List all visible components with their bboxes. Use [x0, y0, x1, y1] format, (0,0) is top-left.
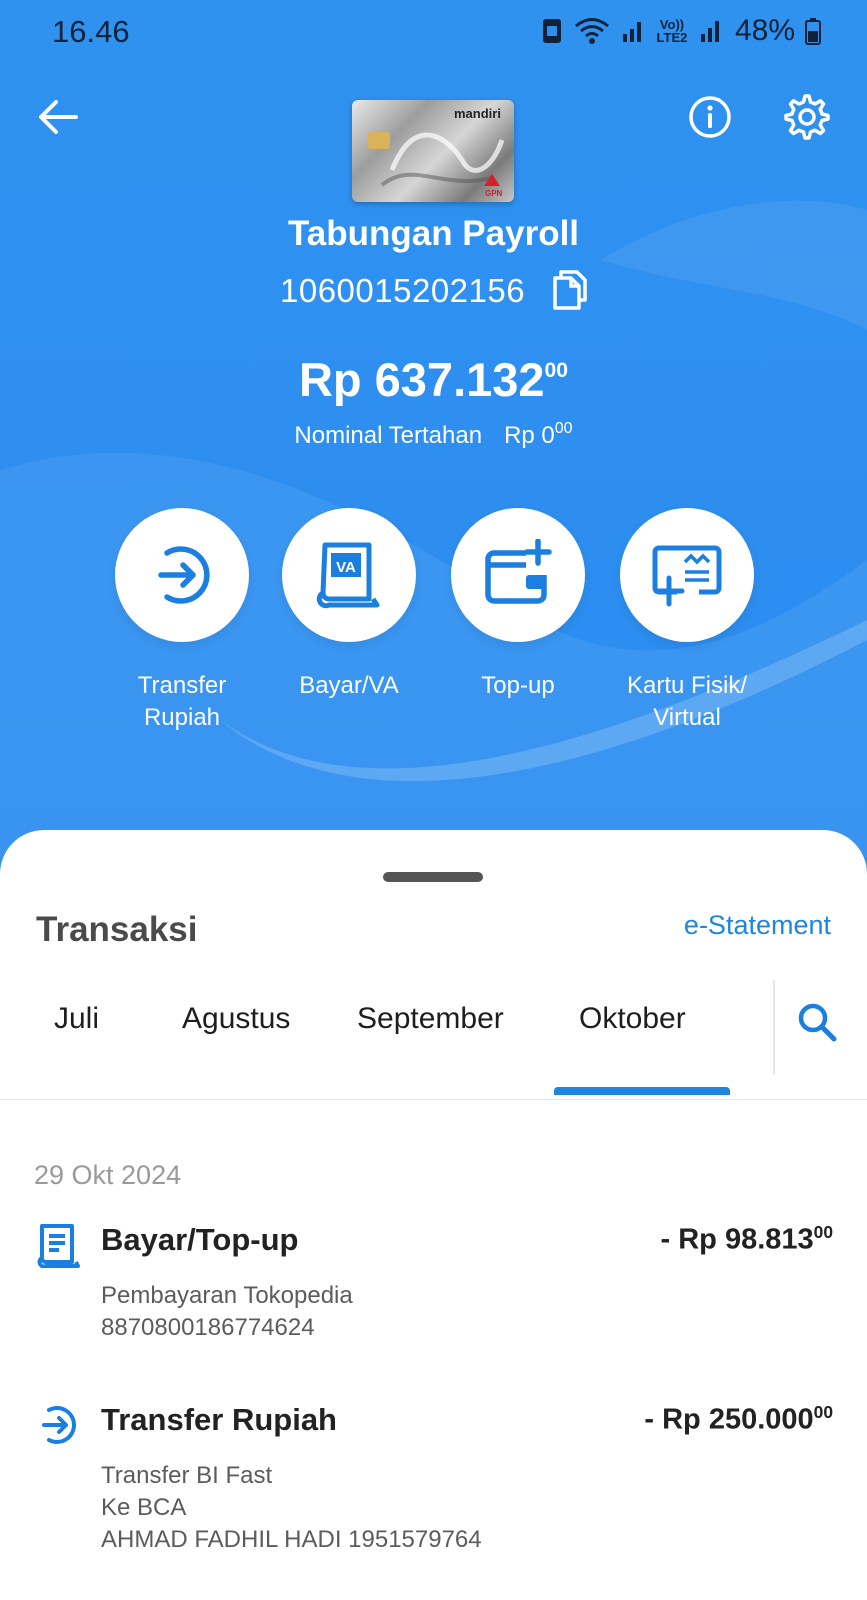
battery-icon — [805, 18, 821, 45]
bayar-circle: VA — [282, 508, 416, 642]
kartu-fisik-virtual-button[interactable]: Kartu Fisik/ Virtual — [617, 508, 757, 734]
signal-icon — [622, 22, 641, 42]
quick-actions: Transfer Rupiah VA Bayar/VA Top-up Kartu… — [112, 508, 762, 738]
transaction-amount-decimals: 00 — [813, 1222, 833, 1242]
transfer-rupiah-button[interactable]: Transfer Rupiah — [112, 508, 252, 734]
tab-juli[interactable]: Juli — [54, 1002, 99, 1036]
svg-text:VA: VA — [336, 559, 356, 576]
transaction-amount-value: - Rp 250.000 — [644, 1403, 814, 1436]
kartu-label: Kartu Fisik/ Virtual — [626, 672, 748, 731]
account-number: 1060015202156 — [280, 272, 526, 309]
transaction-row[interactable]: Transfer Rupiah - Rp 250.00000 Transfer … — [0, 1402, 867, 1562]
transaction-row[interactable]: Bayar/Top-up - Rp 98.81300 Pembayaran To… — [0, 1222, 867, 1352]
card-brand-text: mandiri — [454, 106, 501, 121]
transaction-description: Pembayaran Tokopedia 8870800186774624 — [101, 1280, 353, 1344]
sheet-drag-handle[interactable] — [383, 872, 483, 882]
transaction-title: Transfer Rupiah — [101, 1402, 337, 1437]
top-up-button[interactable]: Top-up — [448, 508, 588, 702]
transaction-desc-line: Pembayaran Tokopedia — [101, 1282, 353, 1309]
arrow-left-icon — [39, 100, 78, 134]
battery-percent: 48% — [734, 14, 795, 47]
status-bar: 16.46 Vo)) LTE2 48% — [0, 0, 867, 66]
transfer-icon — [158, 546, 210, 604]
month-tabs: Juli Agustus September Oktober — [0, 980, 867, 1100]
status-icons: Vo)) LTE2 48% — [541, 14, 821, 48]
tab-agustus[interactable]: Agustus — [182, 1002, 290, 1036]
transaction-desc-line: AHMAD FADHIL HADI 1951579764 — [101, 1526, 482, 1553]
copy-icon[interactable] — [547, 270, 587, 312]
transaction-amount-value: - Rp 98.813 — [660, 1223, 814, 1256]
wifi-icon — [575, 18, 609, 44]
gear-icon — [784, 94, 830, 140]
debit-card-image: mandiri GPN — [352, 100, 514, 202]
hold-label: Nominal Tertahan — [294, 422, 483, 449]
search-icon — [798, 1003, 837, 1042]
transaction-amount: - Rp 250.00000 — [644, 1402, 833, 1436]
transactions-sheet: Transaksi e-Statement Juli Agustus Septe… — [0, 830, 867, 1600]
active-tab-indicator — [554, 1087, 730, 1095]
bayar-label: Bayar/VA — [299, 672, 399, 699]
transaction-description: Transfer BI Fast Ke BCA AHMAD FADHIL HAD… — [101, 1460, 482, 1556]
network-label: Vo)) LTE2 — [656, 17, 688, 45]
tab-divider — [773, 980, 775, 1075]
transaction-desc-line: Ke BCA — [101, 1494, 187, 1521]
hold-value: Rp 0 — [504, 422, 555, 449]
hold-amount: Nominal Tertahan Rp 000 — [0, 420, 867, 450]
transaction-amount-decimals: 00 — [813, 1402, 833, 1422]
tab-september[interactable]: September — [357, 1002, 504, 1036]
card-plus-icon — [652, 545, 722, 607]
wallet-plus-icon — [485, 539, 552, 604]
transaction-date: 29 Okt 2024 — [34, 1160, 182, 1190]
bayar-va-button[interactable]: VA Bayar/VA — [279, 508, 419, 702]
info-button[interactable] — [680, 87, 740, 147]
account-number-row: 1060015202156 — [280, 270, 587, 312]
balance-decimals: 00 — [544, 358, 569, 382]
account-name: Tabungan Payroll — [287, 214, 580, 253]
tab-oktober[interactable]: Oktober — [579, 1002, 686, 1036]
topup-circle — [451, 508, 585, 642]
balance-amount: Rp 637.13200 — [0, 352, 867, 407]
sim-icon — [542, 19, 561, 43]
transaction-title: Bayar/Top-up — [101, 1222, 299, 1257]
kartu-circle — [620, 508, 754, 642]
signal-icon-2 — [700, 21, 719, 42]
transaction-desc-line: Transfer BI Fast — [101, 1462, 273, 1489]
settings-button[interactable] — [777, 87, 837, 147]
card-art: mandiri GPN — [368, 106, 505, 198]
balance-value: Rp 637.132 — [298, 353, 545, 406]
transfer-icon — [42, 1406, 76, 1444]
back-button[interactable] — [28, 87, 88, 147]
info-icon — [689, 96, 731, 138]
hold-decimals: 00 — [554, 420, 573, 437]
card-network-text: GPN — [485, 189, 503, 198]
transactions-title: Transaksi — [36, 910, 198, 949]
transaction-amount: - Rp 98.81300 — [661, 1222, 833, 1256]
e-statement-link[interactable]: e-Statement — [684, 910, 831, 941]
topup-label: Top-up — [481, 672, 555, 699]
transaction-desc-line: 8870800186774624 — [101, 1314, 315, 1341]
status-time: 16.46 — [52, 14, 130, 49]
receipt-icon — [37, 1224, 80, 1268]
transfer-label: Transfer Rupiah — [137, 672, 227, 731]
va-icon: VA — [316, 542, 380, 609]
transfer-circle — [115, 508, 249, 642]
account-header: 16.46 Vo)) LTE2 48% mandiri GPN Tabungan… — [0, 0, 867, 900]
search-button[interactable] — [795, 1000, 845, 1050]
